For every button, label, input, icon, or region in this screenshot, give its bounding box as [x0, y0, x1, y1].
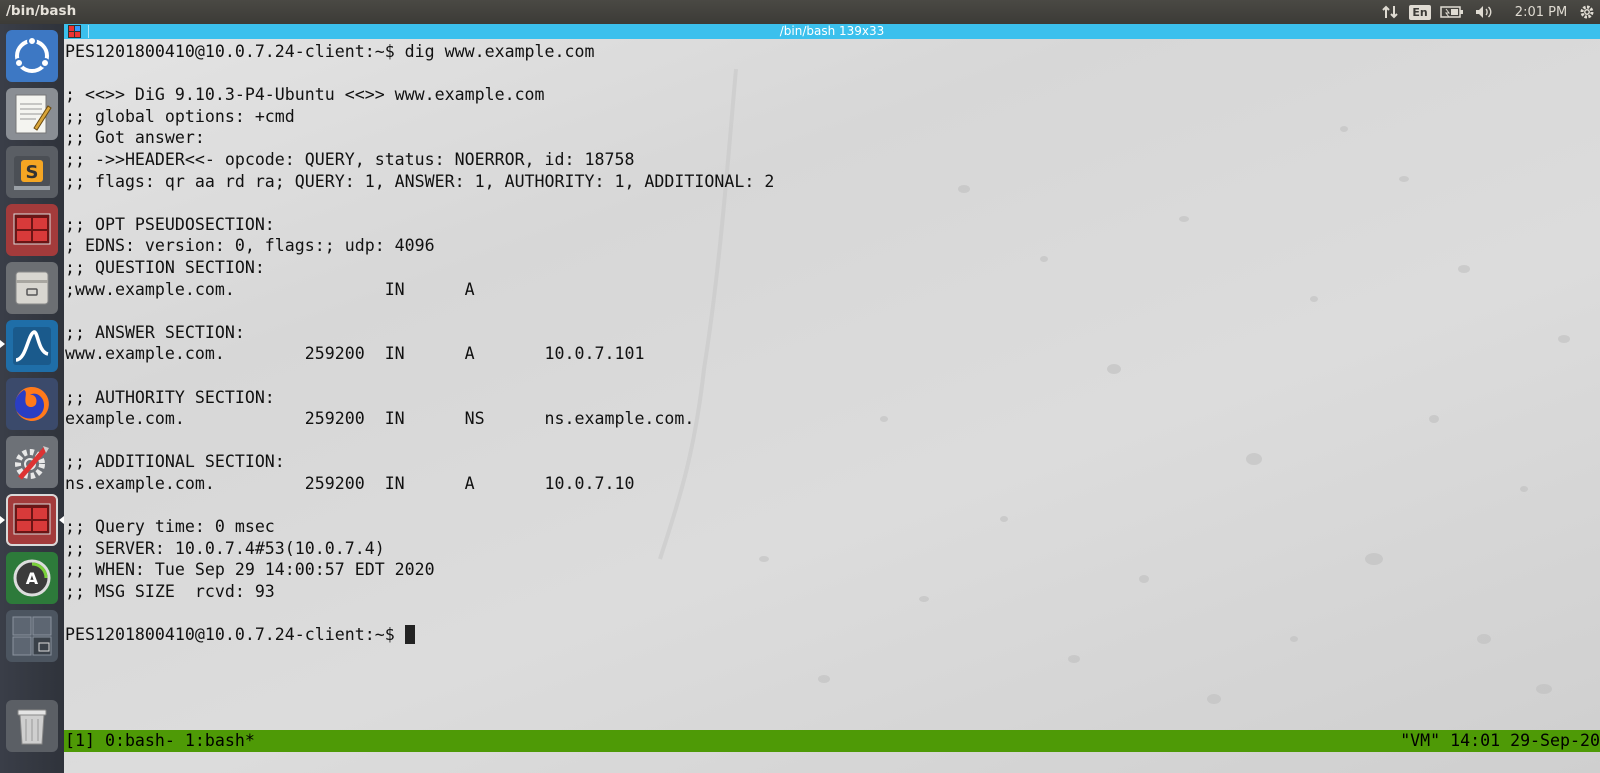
keyboard-layout-indicator[interactable]: En	[1407, 0, 1433, 24]
terminal-line: ;; WHEN: Tue Sep 29 14:00:57 EDT 2020	[65, 560, 435, 580]
terminal-line: ;; Query time: 0 msec	[65, 517, 275, 537]
terminal-line: www.example.com. 259200 IN A 10.0.7.101	[65, 344, 645, 364]
running-indicator	[0, 340, 5, 348]
terminal-title: /bin/bash 139x33	[779, 24, 885, 38]
launcher-item-wireshark[interactable]	[6, 320, 58, 372]
terminal-line: ns.example.com. 259200 IN A 10.0.7.10	[65, 473, 635, 493]
workspace-switcher-icon	[10, 614, 54, 658]
file-manager-icon	[12, 268, 52, 308]
svg-text:S: S	[26, 162, 39, 183]
terminal-line: ;; Got answer:	[65, 128, 205, 148]
svg-text:A: A	[26, 569, 39, 588]
terminal-line: ;; SERVER: 10.0.7.4#53(10.0.7.4)	[65, 538, 385, 558]
launcher-item-sublime-text[interactable]: S	[6, 146, 58, 198]
launcher: S A	[0, 24, 65, 773]
terminal-output-lines: PES1201800410@10.0.7.24-client:~$ dig ww…	[65, 42, 774, 601]
text-cursor	[404, 625, 415, 645]
terminal-titlebar[interactable]: /bin/bash 139x33	[64, 24, 1600, 39]
launcher-item-workspaces[interactable]	[6, 610, 58, 662]
launcher-item-system-settings[interactable]	[6, 436, 58, 488]
terminal-line: ;; MSG SIZE rcvd: 93	[65, 581, 275, 601]
gear-icon[interactable]	[1576, 0, 1598, 24]
wireshark-icon	[10, 324, 54, 368]
terminal-line: ;; global options: +cmd	[65, 106, 295, 126]
terminal-line: PES1201800410@10.0.7.24-client:~$ dig ww…	[65, 42, 595, 61]
battery-icon[interactable]	[1438, 0, 1466, 24]
top-panel: /bin/bash En 2:01 PM	[0, 0, 1600, 24]
shell-prompt: PES1201800410@10.0.7.24-client:~$	[65, 625, 405, 645]
clock-label: 2:01 PM	[1514, 4, 1568, 20]
text-editor-icon	[12, 92, 52, 136]
terminal-icon	[12, 212, 52, 248]
terminal-line: ;; ADDITIONAL SECTION:	[65, 452, 285, 472]
tmux-window-list[interactable]: [1] 0:bash- 1:bash*	[65, 730, 255, 752]
keyboard-layout-label: En	[1409, 4, 1431, 20]
launcher-item-terminal[interactable]	[6, 204, 58, 256]
terminal-line: ;www.example.com. IN A	[65, 279, 475, 299]
launcher-item-text-editor[interactable]	[6, 88, 58, 140]
terminal-line: ; EDNS: version: 0, flags:; udp: 4096	[65, 236, 435, 256]
running-indicator	[0, 516, 5, 524]
launcher-item-terminal-active[interactable]	[6, 494, 58, 546]
volume-icon[interactable]	[1472, 0, 1496, 24]
tmux-status-bar: [1] 0:bash- 1:bash* "VM" 14:01 29-Sep-20	[64, 730, 1600, 752]
launcher-item-firefox[interactable]	[6, 378, 58, 430]
system-settings-icon	[10, 440, 54, 484]
sublime-text-icon: S	[10, 150, 54, 194]
terminal-line: ;; ANSWER SECTION:	[65, 322, 245, 342]
terminal-line: ;; QUESTION SECTION:	[65, 257, 265, 277]
terminal-line: ;; AUTHORITY SECTION:	[65, 387, 275, 407]
launcher-item-trash[interactable]	[6, 700, 58, 752]
trash-icon	[12, 704, 52, 748]
window-title: /bin/bash	[6, 3, 77, 19]
launcher-item-files[interactable]	[6, 262, 58, 314]
terminal-line: ;; OPT PSEUDOSECTION:	[65, 214, 275, 234]
launcher-item-software-updater[interactable]: A	[6, 552, 58, 604]
tmux-status-right: "VM" 14:01 29-Sep-20	[1400, 731, 1600, 750]
launcher-item-dash[interactable]	[6, 30, 58, 82]
software-updater-icon: A	[10, 556, 54, 600]
network-icon[interactable]	[1378, 0, 1402, 24]
terminal-line: ; <<>> DiG 9.10.3-P4-Ubuntu <<>> www.exa…	[65, 85, 545, 105]
terminal-output[interactable]: PES1201800410@10.0.7.24-client:~$ dig ww…	[65, 41, 774, 646]
ubuntu-dash-icon	[12, 36, 52, 76]
terminal-line: example.com. 259200 IN NS ns.example.com…	[65, 409, 695, 429]
clock[interactable]: 2:01 PM	[1508, 0, 1574, 24]
terminal-line: ;; ->>HEADER<<- opcode: QUERY, status: N…	[65, 149, 635, 169]
terminal-line: ;; flags: qr aa rd ra; QUERY: 1, ANSWER:…	[65, 171, 775, 191]
terminal-window[interactable]: /bin/bash 139x33 PES1201800410@10.0.7.24…	[64, 24, 1600, 773]
terminal-icon	[12, 502, 52, 538]
firefox-icon	[10, 382, 54, 426]
